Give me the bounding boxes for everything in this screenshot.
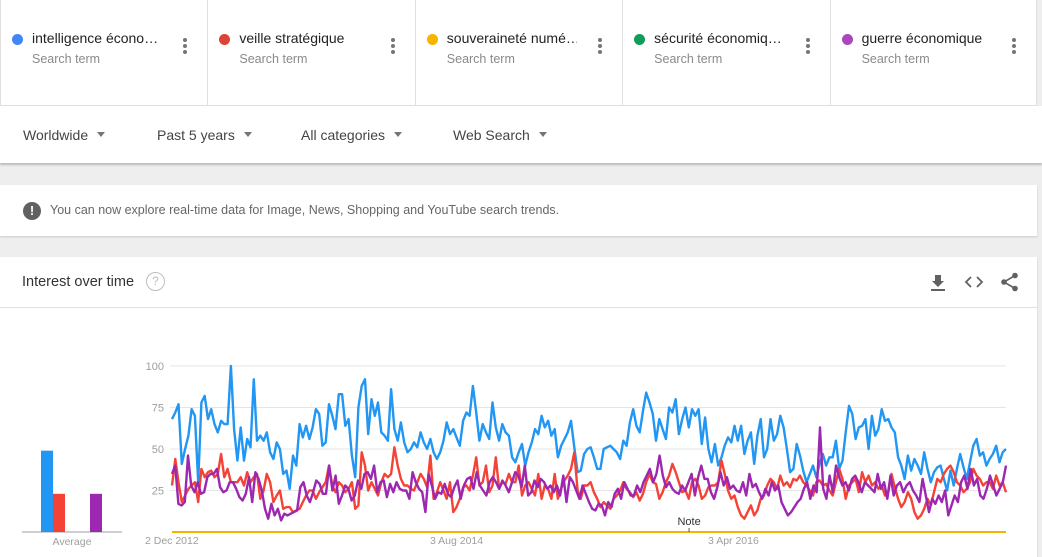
average-label: Average [53,536,92,548]
x-tick-label: 2 Dec 2012 [145,535,199,547]
term-subtitle: Search term [861,52,930,66]
caret-down-icon [243,131,252,137]
info-banner: ! You can now explore real-time data for… [0,185,1037,236]
category-label: All categories [301,127,386,143]
search-type-dropdown[interactable]: Web Search [453,127,547,143]
search-term-card[interactable]: guerre économique Search term [829,0,1037,106]
more-options-icon[interactable] [1011,38,1016,54]
note-annotation: Note [677,516,700,528]
series-line [170,364,1007,492]
time-range-label: Past 5 years [157,127,235,143]
search-term-card[interactable]: souveraineté numé… Search term [414,0,622,106]
search-type-label: Web Search [453,127,530,143]
more-options-icon[interactable] [183,38,188,54]
more-options-icon[interactable] [390,38,395,54]
y-tick-label: 100 [146,361,164,373]
term-name[interactable]: souveraineté numé… [447,30,577,46]
y-tick-label: 25 [152,486,164,498]
term-name[interactable]: guerre économique [862,30,992,46]
term-name[interactable]: veille stratégique [239,30,369,46]
search-term-card[interactable]: veille stratégique Search term [207,0,414,106]
term-subtitle: Search term [654,52,723,66]
region-dropdown[interactable]: Worldwide [23,127,106,143]
average-bar [90,493,102,532]
caret-down-icon [97,131,106,137]
region-label: Worldwide [23,127,89,143]
search-terms-bar: intelligence écono… Search term veille s… [0,0,1037,106]
term-color-dot [634,34,646,45]
interest-over-time-card: Interest over time ? 100 75 50 25 Average N… [0,257,1037,557]
term-color-dot [12,34,23,45]
term-subtitle: Search term [32,52,101,66]
category-dropdown[interactable]: All categories [301,127,403,143]
interest-chart[interactable]: 100 75 50 25 Average Note 2 Dec 2012 3 Aug 2… [0,257,1037,557]
term-color-dot [426,34,438,45]
exclamation-icon: ! [23,202,41,220]
search-term-card[interactable]: sécurité économiq… Search term [622,0,829,106]
term-color-dot [219,34,231,45]
more-options-icon[interactable] [598,38,603,54]
term-subtitle: Search term [446,52,515,66]
caret-down-icon [394,131,403,137]
filter-bar: Worldwide Past 5 years All categories We… [0,106,1042,163]
term-name[interactable]: intelligence écono… [32,30,162,46]
term-subtitle: Search term [239,52,308,66]
search-term-card[interactable]: intelligence écono… Search term [0,0,207,106]
caret-down-icon [538,131,547,137]
x-tick-label: 3 Apr 2016 [708,535,759,547]
average-bar [53,493,65,532]
more-options-icon[interactable] [805,38,810,54]
y-tick-label: 75 [152,403,164,415]
term-name[interactable]: sécurité économiq… [654,30,784,46]
x-tick-label: 3 Aug 2014 [430,535,483,547]
average-bar [41,450,53,532]
term-color-dot [841,34,853,45]
banner-message: You can now explore real-time data for I… [50,203,560,217]
y-tick-label: 50 [152,444,164,456]
time-range-dropdown[interactable]: Past 5 years [157,127,252,143]
